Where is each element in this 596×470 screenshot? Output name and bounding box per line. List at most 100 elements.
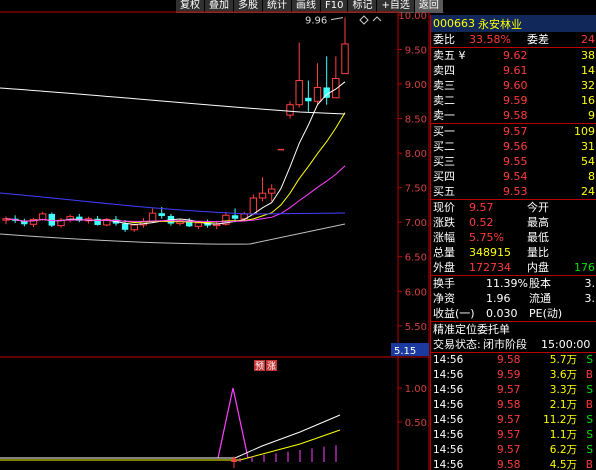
stat-label: 现价 [433, 201, 455, 214]
trade-status-time: 15:00:00 [541, 338, 591, 351]
tick-volume: 3.6万 [549, 369, 577, 381]
tick-list[interactable]: 14:56 9.58 5.7万 S 14:56 9.59 3.6万 B 14:56 9.57 3.3… [431, 352, 596, 470]
weibi-row: 委比 33.58% 委差 24 [431, 32, 596, 47]
tick-row: 14:56 9.58 4.5万 B [431, 458, 596, 470]
ask-row: 卖一 9.58 9 [431, 108, 596, 123]
ask-label: 卖一 [433, 109, 455, 122]
tick-row: 14:56 9.58 2.1万 B [431, 398, 596, 413]
ask-price: 9.59 [503, 94, 528, 107]
stat-row: 涨跌 0.52 最高 [431, 215, 596, 230]
tick-volume: 2.1万 [549, 399, 577, 411]
bid-price: 9.53 [503, 185, 528, 198]
stat-label-2: 今开 [527, 201, 549, 214]
indicator-spike [217, 387, 249, 459]
price-tick-label: 6.00 [405, 287, 427, 298]
stat-row: 现价 9.57 今开 [431, 200, 596, 215]
tick-time: 14:56 [433, 459, 464, 470]
stat-row: 收益(一) 0.030 PE(动) [431, 306, 596, 321]
candle-body [148, 212, 157, 222]
tick-volume: 6.2万 [549, 444, 577, 456]
tick-price: 9.58 [497, 459, 521, 470]
ma-line-120 [0, 223, 346, 245]
stock-header: 000663 永安林业 [431, 15, 596, 32]
stat-label: 涨幅 [433, 231, 455, 244]
ask-volume: 32 [581, 79, 595, 92]
ask-label: 卖二 [433, 94, 455, 107]
ask-price: 9.61 [503, 64, 528, 77]
weibi-label: 委比 [433, 33, 455, 46]
candle-body [130, 224, 138, 231]
tick-time: 14:56 [433, 429, 464, 441]
tick-row: 14:56 9.57 6.2万 S [431, 443, 596, 458]
lower-tick-label: 0.50 [405, 418, 427, 429]
stat-label: 外盘 [433, 261, 455, 274]
indicator-badge: 预 [255, 361, 264, 372]
bid-price: 9.56 [503, 140, 528, 153]
diamond-icon [359, 15, 369, 25]
candle-body [258, 192, 267, 199]
bid-label: 买二 [433, 140, 455, 153]
indicator-badge: 涨 [267, 361, 276, 372]
stat-value-2: 3. [584, 277, 596, 290]
candle-body [94, 218, 101, 225]
candle-body [313, 86, 322, 102]
weicha-value: 24 [581, 33, 595, 46]
tick-price: 9.58 [497, 354, 521, 366]
bid-volume: 31 [581, 140, 595, 153]
stat-label: 涨跌 [433, 216, 455, 229]
ask-volume: 16 [581, 94, 595, 107]
price-tick-label: 8.50 [405, 115, 427, 126]
quote-stats-2: 换手 11.39% 股本 3. 净资 1.96 流通 3. 收益(一) 0.030 PE(动) [431, 275, 596, 321]
tick-side: S [586, 414, 593, 426]
bid-row: 买三 9.55 54 [431, 154, 596, 169]
tick-row: 14:56 9.57 3.3万 S [431, 383, 596, 398]
ask-label: 卖五 ¥ [433, 49, 466, 62]
candle-body [231, 215, 239, 219]
tick-volume: 5.7万 [549, 354, 577, 366]
ask-price: 9.58 [503, 109, 528, 122]
candle-body [341, 43, 349, 75]
tick-time: 14:56 [433, 369, 464, 381]
trade-status-label: 交易状态: [433, 338, 481, 351]
trade-status-value: 闭市阶段 [483, 338, 527, 351]
kline-chart[interactable]: 10.00 9.50 9.00 8.50 8.00 7.50 7.00 6.50 6.00 5.5… [0, 0, 430, 470]
bid-volume: 8 [588, 170, 595, 183]
candle-body [305, 97, 312, 102]
weibi-value: 33.58% [469, 33, 511, 46]
tick-side: B [585, 399, 593, 411]
stat-label-2: PE(动) [529, 307, 563, 320]
stat-label-2: 量比 [527, 246, 549, 259]
price-tick-label: 5.50 [405, 322, 427, 333]
bid-volume: 54 [581, 155, 595, 168]
ask-row: 卖二 9.59 16 [431, 93, 596, 108]
candle-body [194, 222, 203, 227]
stat-value-2: 3. [584, 292, 596, 305]
candle-body [267, 188, 276, 194]
bid-label: 买一 [433, 125, 455, 138]
stat-value: 172734 [469, 261, 511, 274]
ma-line-5 [5, 81, 346, 226]
stat-value: 348915 [469, 246, 511, 259]
quote-stats: 现价 9.57 今开 涨跌 0.52 最高 涨幅 5.75% 最低 总量 348915 量比 外盘 172… [431, 199, 596, 275]
tick-time: 14:56 [433, 354, 464, 366]
price-tick-label: 7.50 [405, 184, 427, 195]
precise-order-row[interactable]: 精准定位委托单 [431, 321, 596, 337]
ma-line-30 [0, 192, 346, 215]
candle-body [295, 80, 303, 106]
price-tick-label: 8.00 [405, 149, 427, 160]
stat-row: 涨幅 5.75% 最低 [431, 230, 596, 245]
stat-label: 收益(一) [433, 307, 475, 320]
stock-name: 永安林业 [478, 17, 522, 31]
arrow-up-icon [231, 456, 237, 462]
bid-book: 买一 9.57 109 买二 9.56 31 买三 9.55 54 买四 9.54 8 买五 9.53 24 [431, 123, 596, 199]
bid-row: 买五 9.53 24 [431, 184, 596, 199]
price-tick-label: 7.00 [405, 218, 427, 229]
tick-side: S [586, 354, 593, 366]
candle-body [286, 104, 294, 116]
ask-row: 卖三 9.60 32 [431, 78, 596, 93]
ask-row: 卖五 ¥ 9.62 38 [431, 48, 596, 63]
bid-row: 买一 9.57 109 [431, 124, 596, 139]
stat-label-2: 内盘 [527, 261, 549, 274]
trade-status-row: 交易状态: 闭市阶段 15:00:00 [431, 337, 596, 352]
bid-price: 9.57 [503, 125, 528, 138]
